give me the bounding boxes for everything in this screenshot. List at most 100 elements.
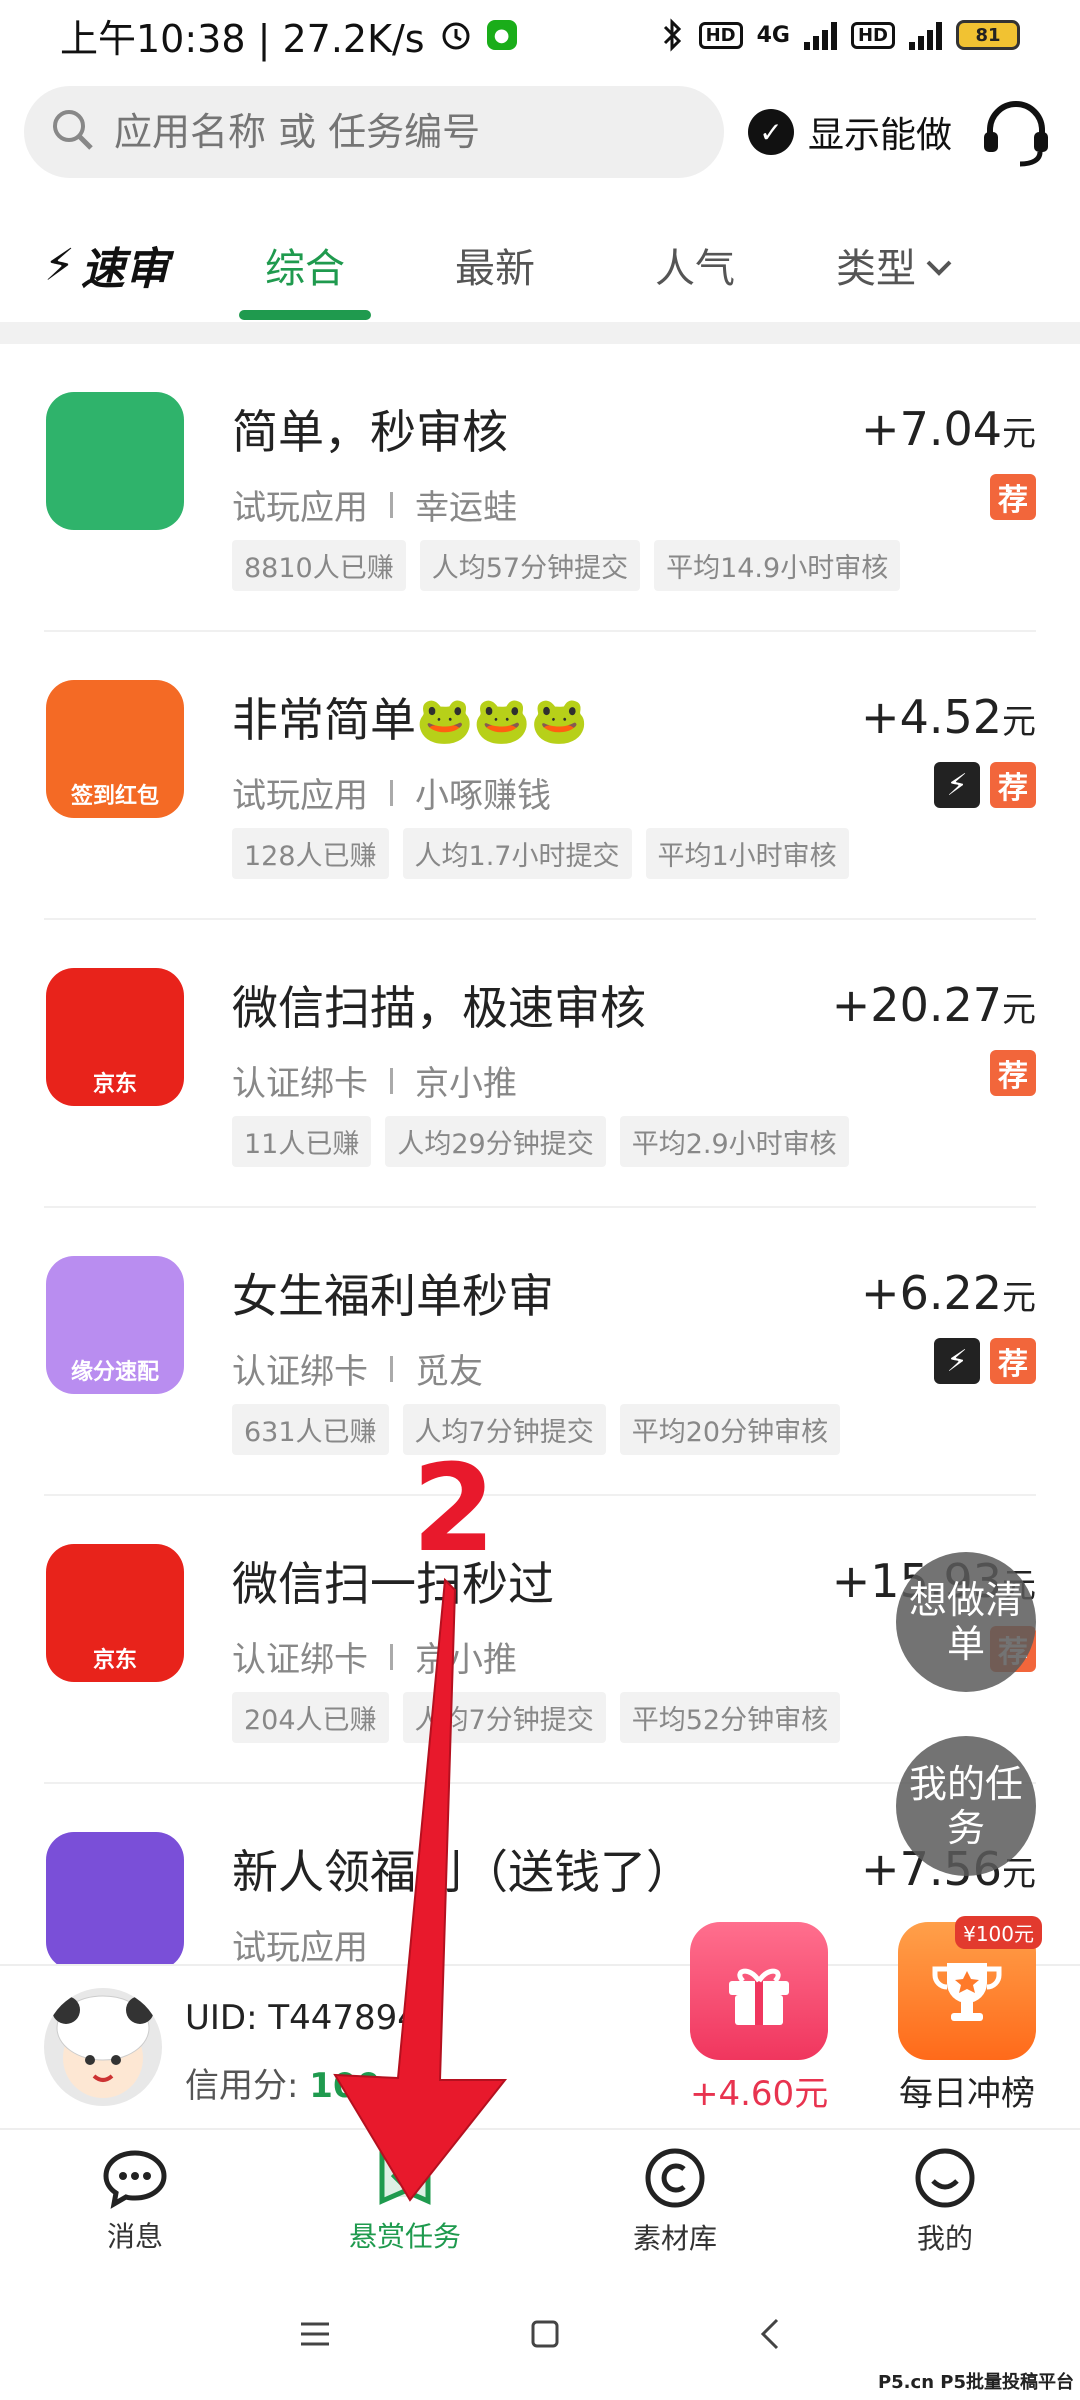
separator [390,1643,393,1670]
task-stats: 128人已赚 人均1.7小时提交 平均1小时审核 [232,828,849,879]
stat-chip: 人均29分钟提交 [385,1116,606,1167]
my-tasks-button[interactable]: 我的任务 [896,1736,1036,1876]
task-meta: 认证绑卡 京小推 [232,1056,517,1105]
stat-chip: 平均1小时审核 [645,828,849,879]
recommend-badge: 荐 [990,1338,1036,1384]
task-list: 简单，秒审核 +7.04元 试玩应用 幸运蛙 8810人已赚 人均57分钟提交 平均… [0,344,1080,1964]
task-title: 微信扫描，极速审核 [232,981,646,1035]
task-item[interactable]: 缘分速配 女生福利单秒审 +6.22元 认证绑卡 觅友 631人已赚 人均7分钟提… [44,1208,1036,1496]
app-icon: 京东 [46,1544,184,1682]
user-id: UID: T447894 [185,1998,419,2038]
rank-label: 每日冲榜 [899,2074,1035,2114]
separator [390,1067,393,1094]
task-item[interactable]: 简单，秒审核 +7.04元 试玩应用 幸运蛙 8810人已赚 人均57分钟提交 平均… [44,344,1036,632]
task-item[interactable]: 新人领福利（送钱了） +7.56元 试玩应用 [44,1784,1036,1964]
rank-tag: ¥100元 [955,1916,1042,1949]
network-type: 4G [756,22,790,48]
stat-chip: 人均7分钟提交 [402,1404,606,1455]
trophy-icon [932,1963,1002,2021]
reward-amount: +4.52 [861,690,1002,744]
task-title: 简单，秒审核 [232,405,508,459]
logo-text: 速审 [80,244,169,295]
search-box[interactable] [24,86,724,178]
task-item[interactable]: 京东 微信扫描，极速审核 +20.27元 认证绑卡 京小推 11人已赚 人均29分… [44,920,1036,1208]
app-icon-caption: 缘分速配 [70,1360,159,1385]
daily-rank-button[interactable]: ¥100元 [898,1916,1042,2060]
separator [390,779,393,806]
task-category: 试玩应用 [232,1928,368,1964]
signal-icon [803,20,837,50]
stat-chip: 128人已赚 [232,828,389,879]
check-icon: ✓ [748,109,794,155]
task-app-name: 京小推 [415,1640,517,1680]
reward-amount: +7.04 [861,402,1002,456]
task-reward: +7.04元 [861,402,1036,456]
nav-profile[interactable]: 我的 [810,2130,1080,2272]
task-title: 非常简单🐸🐸🐸 [232,693,588,747]
nav-materials[interactable]: 素材库 [540,2130,810,2272]
stat-chip: 平均2.9小时审核 [619,1116,849,1167]
stat-chip: 平均52分钟审核 [619,1692,841,1743]
divider [0,322,1080,344]
separator [390,1355,393,1382]
search-input[interactable] [114,110,674,154]
task-title: 微信扫一扫秒过 [232,1557,554,1611]
signal-icon-2 [909,20,942,50]
tab-comprehensive[interactable]: 综合 [215,210,395,320]
reward-amount: +20.27 [831,978,1002,1032]
alarm-icon [439,18,473,52]
gift-button[interactable] [690,1922,828,2060]
credit-score[interactable]: 信用分: 100 › [185,2058,405,2107]
task-meta: 试玩应用 幸运蛙 [232,480,517,529]
task-reward: +20.27元 [832,978,1036,1032]
avatar[interactable] [44,1988,162,2106]
profile-icon [915,2148,975,2208]
app-icon-caption: 签到红包 [70,784,159,809]
task-meta: 试玩应用 [232,1920,368,1964]
customer-service-icon[interactable] [976,92,1056,172]
reward-unit: 元 [1002,414,1036,454]
recommend-badge: 荐 [990,762,1036,808]
tab-type[interactable]: 类型 [795,210,995,320]
stat-chip: 人均57分钟提交 [419,540,641,591]
search-icon [50,107,96,157]
wish-list-button[interactable]: 想做清单 [896,1552,1036,1692]
nav-reward-tasks[interactable]: 悬赏任务 [270,2130,540,2272]
chevron-down-icon [924,242,954,288]
task-category: 认证绑卡 [232,1064,368,1104]
task-icon [379,2150,431,2205]
reward-unit: 元 [1002,1278,1036,1318]
task-meta: 试玩应用 小啄赚钱 [232,768,551,817]
credit-value: 100 [309,2066,381,2106]
nav-messages[interactable]: 消息 [0,2130,270,2272]
reward-unit: 元 [1002,702,1036,742]
stat-chip: 平均14.9小时审核 [654,540,901,591]
app-icon: 缘分速配 [46,1256,184,1394]
message-icon [103,2150,167,2209]
tab-popular[interactable]: 人气 [595,210,795,320]
task-title: 新人领福利（送钱了） [232,1845,692,1899]
search-row: ✓ 显示能做 [24,86,1056,178]
nav-label: 素材库 [632,2222,717,2255]
home-icon[interactable] [530,2319,560,2353]
task-category: 试玩应用 [232,488,368,528]
menu-icon[interactable] [299,2321,331,2351]
fast-review-badge: ⚡ [934,1338,980,1384]
task-badges: 荐 [990,474,1036,520]
chevron-right-icon: › [391,2066,405,2106]
stat-chip: 人均7分钟提交 [402,1692,606,1743]
task-item[interactable]: 京东 微信扫一扫秒过 +15.93元 认证绑卡 京小推 204人已赚人均7分钟提… [44,1496,1036,1784]
back-icon[interactable] [759,2317,781,2355]
reward-amount: +6.22 [861,1266,1002,1320]
fast-review-badge: ⚡ [934,762,980,808]
status-time: 上午10:38 | 27.2K/s [60,16,425,61]
show-can-do-toggle[interactable]: ✓ 显示能做 [748,106,952,158]
watermark: P5.cn P5批量投稿平台 [877,2372,1074,2393]
task-item[interactable]: 签到红包 非常简单🐸🐸🐸 +4.52元 试玩应用 小啄赚钱 128人已赚 人均1.… [44,632,1036,920]
recommend-badge: 荐 [990,1050,1036,1096]
task-badges: ⚡ 荐 [934,762,1036,808]
app-icon-caption: 京东 [92,1648,137,1673]
bottom-nav: 消息 悬赏任务 素材库 我的 [0,2128,1080,2272]
tab-latest[interactable]: 最新 [395,210,595,320]
gift-icon [729,1968,789,2025]
